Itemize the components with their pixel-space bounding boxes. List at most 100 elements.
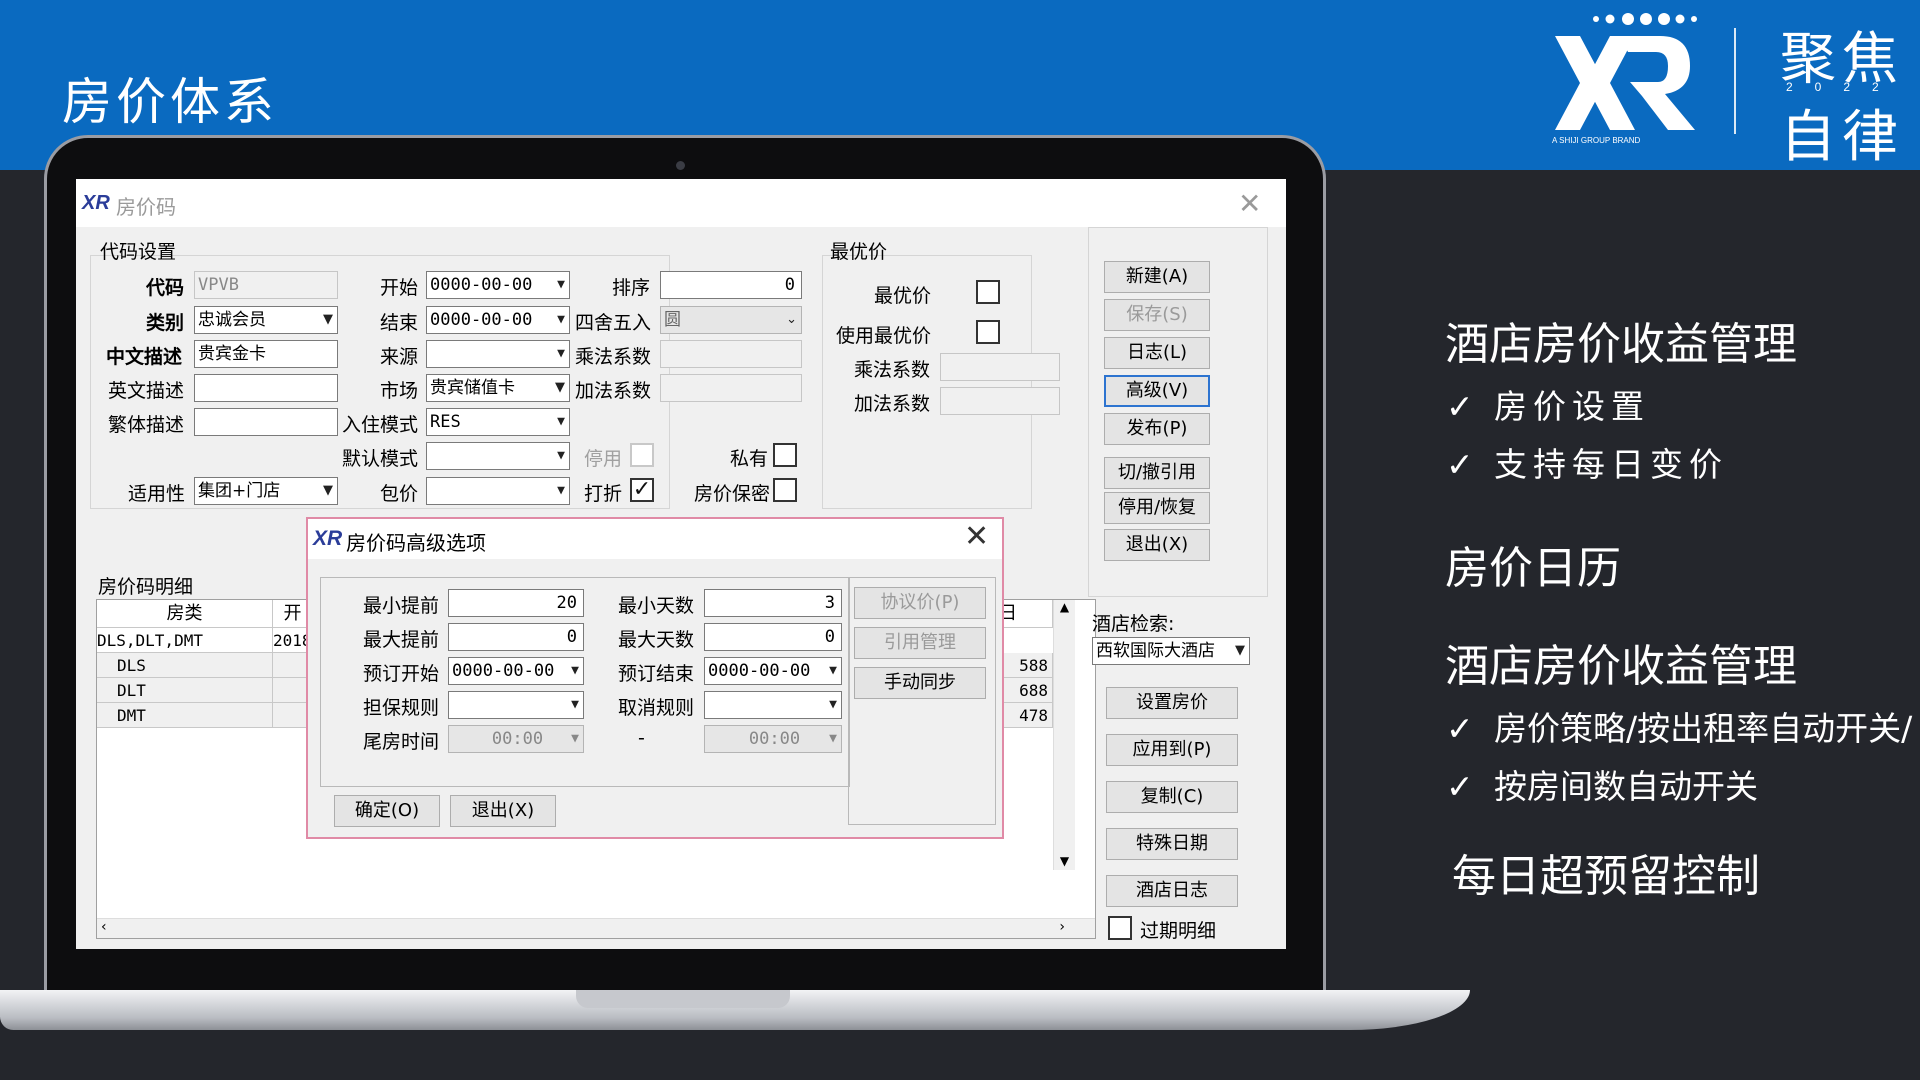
dropdown-arrow-icon: ▼ [323, 312, 333, 327]
booking-start-label: 预订开始 [363, 663, 440, 685]
vertical-scrollbar[interactable]: ▲ ▼ [1053, 600, 1075, 870]
hotel-select[interactable]: 西软国际大酒店 ▼ [1092, 637, 1250, 665]
code-settings-title: 代码设置 [100, 241, 177, 263]
market-value: 贵宾储值卡 [430, 378, 515, 398]
best-add-coef-label: 加法系数 [854, 393, 931, 415]
copy-button[interactable]: 复制(C) [1106, 781, 1238, 813]
feature-heading-revenue: 酒店房价收益管理 [1445, 319, 1797, 370]
dropdown-arrow-icon: ▼ [1235, 643, 1245, 658]
sort-field[interactable]: 0 [660, 271, 802, 299]
apply-to-button[interactable]: 应用到(P) [1106, 734, 1238, 766]
market-select[interactable]: 贵宾储值卡 ▼ [426, 374, 570, 402]
min-advance-field[interactable]: 20 [448, 589, 584, 617]
disabled-checkbox[interactable] [630, 443, 654, 467]
start-date-value: 0000-00-00 [430, 275, 533, 295]
negotiated-rate-button[interactable]: 协议价(P) [854, 587, 986, 619]
cancel-rule-select[interactable]: ▼ [704, 691, 842, 719]
table-row[interactable]: DLS,DLT,DMT [97, 628, 273, 653]
app-logo-icon: XR [82, 192, 110, 214]
category-select[interactable]: 忠诚会员 ▼ [194, 306, 338, 334]
dropdown-arrow-icon: ▼ [571, 697, 579, 712]
dropdown-arrow-icon: ▼ [557, 346, 565, 361]
table-row[interactable]: DLS [97, 653, 273, 678]
start-date-field[interactable]: 0000-00-00 ▼ [426, 271, 570, 299]
exit-button[interactable]: 退出(X) [1104, 529, 1210, 561]
hotel-log-button[interactable]: 酒店日志 [1106, 875, 1238, 907]
max-advance-field[interactable]: 0 [448, 623, 584, 651]
tw-desc-field[interactable] [194, 408, 338, 436]
tail-time-from-field[interactable]: 00:00 ▼ [448, 725, 584, 753]
max-advance-label: 最大提前 [363, 629, 440, 651]
market-label: 市场 [380, 380, 419, 402]
best-add-coef-field[interactable] [940, 387, 1060, 415]
reference-manage-button[interactable]: 引用管理 [854, 627, 986, 659]
private-checkbox[interactable] [773, 443, 797, 467]
advanced-button[interactable]: 高级(V) [1104, 375, 1210, 407]
source-select[interactable]: ▼ [426, 340, 570, 368]
min-days-field[interactable]: 3 [704, 589, 842, 617]
manual-sync-button[interactable]: 手动同步 [854, 667, 986, 699]
end-date-field[interactable]: 0000-00-00 ▼ [426, 306, 570, 334]
dialog-titlebar: XR 房价码高级选项 ✕ [308, 519, 1002, 559]
add-coef-field[interactable] [660, 374, 802, 402]
booking-end-label: 预订结束 [618, 663, 695, 685]
expired-detail-checkbox[interactable] [1108, 916, 1132, 940]
special-dates-button[interactable]: 特殊日期 [1106, 828, 1238, 860]
scroll-left-icon[interactable]: ‹ [101, 919, 107, 935]
booking-start-field[interactable]: 0000-00-00 ▼ [448, 657, 584, 685]
feature-item-label: 房价设置 [1494, 387, 1650, 426]
check-icon: ✓ [1446, 445, 1474, 484]
feature-item-rate-setting: ✓ 房价设置 [1446, 380, 1650, 428]
window-title: 房价码 [116, 195, 176, 219]
tail-time-to-field[interactable]: 00:00 ▼ [704, 725, 842, 753]
dropdown-arrow-icon: ▼ [829, 731, 837, 746]
mult-coef-field[interactable] [660, 340, 802, 368]
tail-time-dash: - [638, 727, 645, 749]
table-row[interactable]: DLT [97, 678, 273, 703]
source-label: 来源 [380, 346, 419, 368]
disabled-label: 停用 [584, 448, 623, 470]
en-desc-field[interactable] [194, 374, 338, 402]
dialog-ok-button[interactable]: 确定(O) [334, 795, 440, 827]
guarantee-rule-select[interactable]: ▼ [448, 691, 584, 719]
publish-button[interactable]: 发布(P) [1104, 413, 1210, 445]
horizontal-scrollbar[interactable]: ‹ › [97, 918, 1095, 938]
confidential-checkbox[interactable] [773, 478, 797, 502]
scroll-up-icon[interactable]: ▲ [1054, 600, 1075, 614]
checkin-mode-select[interactable]: RES ▼ [426, 408, 570, 436]
applicability-label: 适用性 [128, 483, 186, 505]
feature-item-label: 房价策略/按出租率自动开关/ [1494, 709, 1913, 748]
default-mode-select[interactable]: ▼ [426, 442, 570, 470]
switch-reference-button[interactable]: 切/撤引用 [1104, 457, 1210, 489]
table-row[interactable]: DMT [97, 703, 273, 728]
scroll-right-icon[interactable]: › [1059, 919, 1065, 935]
applicability-select[interactable]: 集团+门店 ▼ [194, 477, 338, 505]
package-select[interactable]: ▼ [426, 477, 570, 505]
use-best-price-checkbox[interactable] [976, 320, 1000, 344]
window-close-icon[interactable]: ✕ [1238, 187, 1261, 220]
scroll-down-icon[interactable]: ▼ [1054, 854, 1075, 868]
default-mode-label: 默认模式 [342, 448, 419, 470]
new-button[interactable]: 新建(A) [1104, 261, 1210, 293]
check-icon: ✓ [1446, 387, 1474, 426]
best-price-checkbox[interactable] [976, 280, 1000, 304]
save-button[interactable]: 保存(S) [1104, 299, 1210, 331]
advanced-options-dialog: XR 房价码高级选项 ✕ 最小提前 20 最大提前 0 预订开始 0000-00… [306, 517, 1004, 839]
dialog-close-icon[interactable]: ✕ [964, 519, 989, 554]
dialog-exit-button[interactable]: 退出(X) [450, 795, 556, 827]
rounding-select[interactable]: 圆 ⌄ [660, 306, 802, 334]
cn-desc-field[interactable]: 贵宾金卡 [194, 340, 338, 368]
set-price-button[interactable]: 设置房价 [1106, 687, 1238, 719]
max-days-field[interactable]: 0 [704, 623, 842, 651]
best-mult-coef-field[interactable] [940, 353, 1060, 381]
tail-time-to-value: 00:00 [748, 729, 801, 749]
best-mult-coef-label: 乘法系数 [854, 359, 931, 381]
column-header-room-type[interactable]: 房类 [97, 600, 273, 628]
cn-desc-label: 中文描述 [106, 346, 183, 368]
brand-subtitle: A SHIJI GROUP BRAND [1552, 136, 1641, 145]
code-field[interactable]: VPVB [194, 271, 338, 299]
booking-end-field[interactable]: 0000-00-00 ▼ [704, 657, 842, 685]
discount-checkbox[interactable]: ✓ [630, 478, 654, 502]
disable-restore-button[interactable]: 停用/恢复 [1104, 492, 1210, 524]
log-button[interactable]: 日志(L) [1104, 337, 1210, 369]
